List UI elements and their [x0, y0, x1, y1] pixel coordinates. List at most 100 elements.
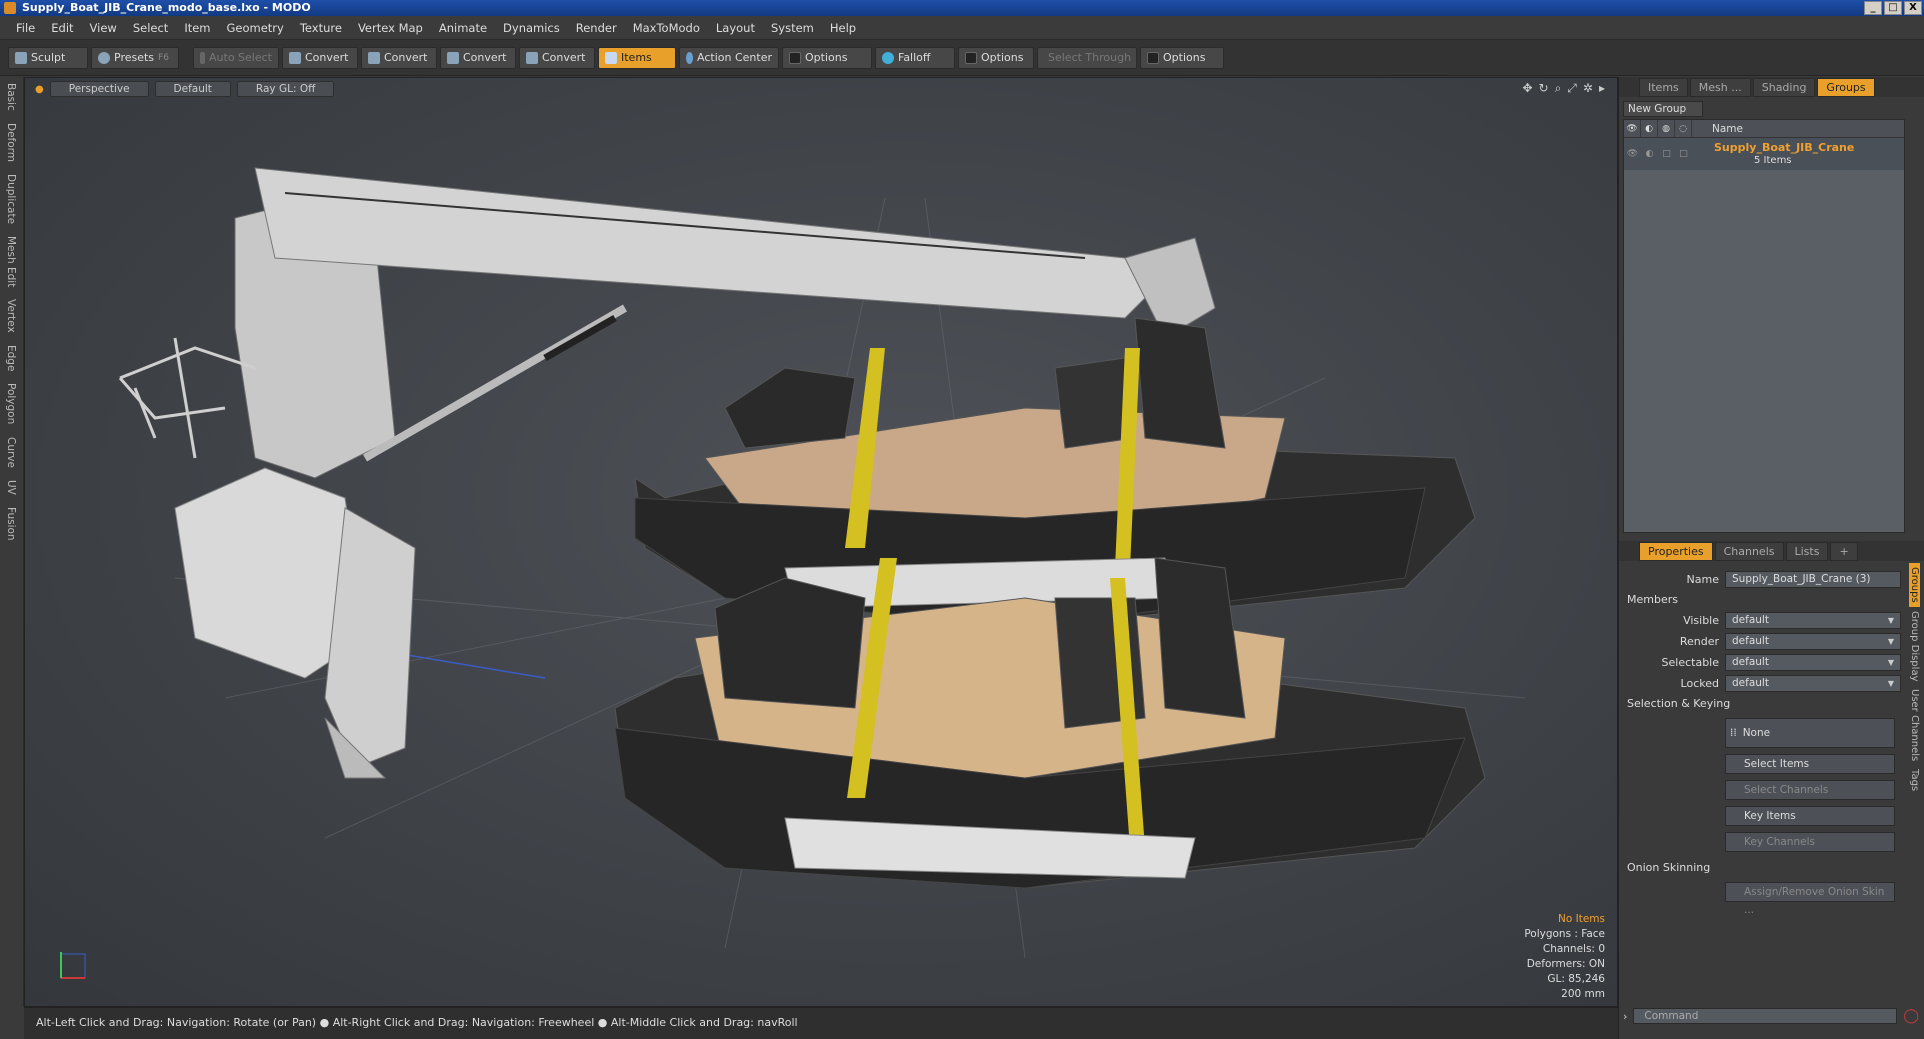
pan-icon[interactable]: ✥	[1522, 81, 1532, 96]
tab-curve[interactable]: Curve	[5, 431, 17, 474]
menu-texture[interactable]: Texture	[292, 21, 350, 35]
tab-properties[interactable]: Properties	[1639, 541, 1713, 561]
menu-help[interactable]: Help	[822, 21, 864, 35]
onion-skinning-section[interactable]: Onion Skinning	[1623, 858, 1901, 878]
tab-mesh[interactable]: Mesh ...	[1689, 77, 1751, 97]
menu-item[interactable]: Item	[176, 21, 218, 35]
key-channels-button[interactable]: Key Channels	[1725, 832, 1895, 852]
close-button[interactable]: X	[1904, 1, 1922, 15]
members-section[interactable]: Members	[1623, 590, 1901, 610]
menu-layout[interactable]: Layout	[708, 21, 763, 35]
tab-shading[interactable]: Shading	[1752, 77, 1816, 97]
sculpt-button[interactable]: Sculpt	[8, 46, 88, 69]
sculpt-icon	[15, 51, 27, 64]
vtab-groups[interactable]: Groups	[1909, 563, 1920, 607]
selectable-dropdown[interactable]: default	[1725, 654, 1901, 671]
group-name: Supply_Boat_JIB_Crane	[1714, 141, 1855, 154]
menu-edit[interactable]: Edit	[43, 21, 81, 35]
select-channels-button[interactable]: Select Channels	[1725, 780, 1895, 800]
key-items-button[interactable]: Key Items	[1725, 806, 1895, 826]
menu-view[interactable]: View	[82, 21, 125, 35]
maximize-button[interactable]: □	[1884, 1, 1902, 15]
tab-polygon[interactable]: Polygon	[5, 377, 17, 430]
tab-basic[interactable]: Basic	[5, 77, 17, 117]
items-icon	[605, 51, 617, 64]
lock-column-icon[interactable]: ◍	[1658, 119, 1675, 138]
vtab-group-display[interactable]: Group Display	[1909, 607, 1920, 685]
render-column-icon[interactable]: ◐	[1641, 119, 1658, 138]
convert-button-2[interactable]: Convert	[361, 46, 437, 69]
locked-dropdown[interactable]: default	[1725, 675, 1901, 692]
none-button[interactable]: ⁞⁞ None	[1725, 718, 1895, 748]
viewport-menu-icon[interactable]: ●	[35, 84, 44, 95]
tab-fusion[interactable]: Fusion	[5, 501, 17, 547]
select-items-button[interactable]: Select Items	[1725, 754, 1895, 774]
name-column-header[interactable]: Name	[1712, 123, 1743, 135]
zoom-icon[interactable]: ⌕	[1555, 81, 1562, 96]
falloff-button[interactable]: Falloff	[875, 46, 955, 69]
convert-button-3[interactable]: Convert	[440, 46, 516, 69]
convert-icon	[368, 51, 380, 64]
convert-button-1[interactable]: Convert	[282, 46, 358, 69]
new-group-button[interactable]: New Group	[1623, 101, 1703, 117]
expand-icon[interactable]: ▸	[1599, 81, 1605, 96]
fit-icon[interactable]: ⤢	[1567, 81, 1577, 96]
render-dropdown[interactable]: default	[1725, 633, 1901, 650]
select-through-button[interactable]: Select Through	[1037, 46, 1137, 69]
vtab-user-channels[interactable]: User Channels	[1909, 685, 1920, 765]
raygl-toggle[interactable]: Ray GL: Off	[236, 81, 335, 97]
lock-icon[interactable]: □	[1658, 141, 1675, 167]
assign-onion-button[interactable]: Assign/Remove Onion Skin ...	[1725, 882, 1895, 916]
tab-edge[interactable]: Edge	[5, 339, 17, 377]
view-type-dropdown[interactable]: Perspective	[49, 81, 149, 97]
toolbar: Sculpt Presets F6 Auto Select Convert Con…	[0, 40, 1924, 76]
command-input[interactable]: Command	[1633, 1008, 1898, 1024]
add-tab-button[interactable]: +	[1830, 541, 1858, 561]
viewport-header: ● Perspective Default Ray GL: Off	[25, 78, 1617, 100]
settings-icon[interactable]: ✲	[1583, 81, 1593, 96]
action-center-options-button[interactable]: Options	[782, 46, 872, 69]
menu-select[interactable]: Select	[125, 21, 176, 35]
select-icon[interactable]: □	[1675, 141, 1692, 167]
tab-lists[interactable]: Lists	[1785, 541, 1829, 561]
menu-system[interactable]: System	[763, 21, 822, 35]
tab-mesh-edit[interactable]: Mesh Edit	[5, 230, 17, 293]
visibility-column-icon[interactable]: 👁	[1624, 119, 1641, 138]
title-bar: Supply_Boat_JIB_Crane_modo_base.lxo - MO…	[0, 0, 1924, 16]
convert-button-4[interactable]: Convert	[519, 46, 595, 69]
vtab-tags[interactable]: Tags	[1909, 765, 1920, 795]
menu-animate[interactable]: Animate	[431, 21, 495, 35]
tab-items[interactable]: Items	[1639, 77, 1688, 97]
action-center-button[interactable]: Action Center	[679, 46, 779, 69]
tab-deform[interactable]: Deform	[5, 117, 17, 168]
tab-vertex[interactable]: Vertex	[5, 293, 17, 339]
falloff-options-button[interactable]: Options	[958, 46, 1034, 69]
tab-groups[interactable]: Groups	[1817, 77, 1875, 97]
render-icon[interactable]: ◐	[1641, 141, 1658, 167]
menu-maxtomodo[interactable]: MaxToModo	[625, 21, 708, 35]
menu-vertex-map[interactable]: Vertex Map	[350, 21, 431, 35]
presets-button[interactable]: Presets F6	[91, 46, 179, 69]
tab-uv[interactable]: UV	[5, 474, 17, 501]
menu-render[interactable]: Render	[568, 21, 625, 35]
menu-file[interactable]: File	[8, 21, 43, 35]
rotate-icon[interactable]: ↻	[1539, 81, 1549, 96]
shading-dropdown[interactable]: Default	[154, 81, 231, 97]
name-field[interactable]: Supply_Boat_JIB_Crane (3)	[1725, 571, 1901, 588]
3d-viewport[interactable]: ● Perspective Default Ray GL: Off ✥ ↻ ⌕ …	[24, 77, 1618, 1007]
options-icon	[1147, 51, 1159, 64]
tab-duplicate[interactable]: Duplicate	[5, 168, 17, 230]
menu-geometry[interactable]: Geometry	[219, 21, 292, 35]
visibility-icon[interactable]: 👁	[1624, 141, 1641, 167]
items-mode-button[interactable]: Items	[598, 46, 676, 69]
minimize-button[interactable]: _	[1864, 1, 1882, 15]
record-icon[interactable]: ◯	[1903, 1008, 1919, 1024]
visible-dropdown[interactable]: default	[1725, 612, 1901, 629]
selection-keying-section[interactable]: Selection & Keying	[1623, 694, 1901, 714]
menu-dynamics[interactable]: Dynamics	[495, 21, 568, 35]
select-through-options-button[interactable]: Options	[1140, 46, 1224, 69]
tab-channels[interactable]: Channels	[1714, 541, 1784, 561]
select-column-icon[interactable]: ◌	[1675, 119, 1692, 138]
group-row[interactable]: 👁 ◐ □ □ Supply_Boat_JIB_Crane 5 Items	[1624, 138, 1904, 170]
auto-select-button[interactable]: Auto Select	[193, 46, 279, 69]
